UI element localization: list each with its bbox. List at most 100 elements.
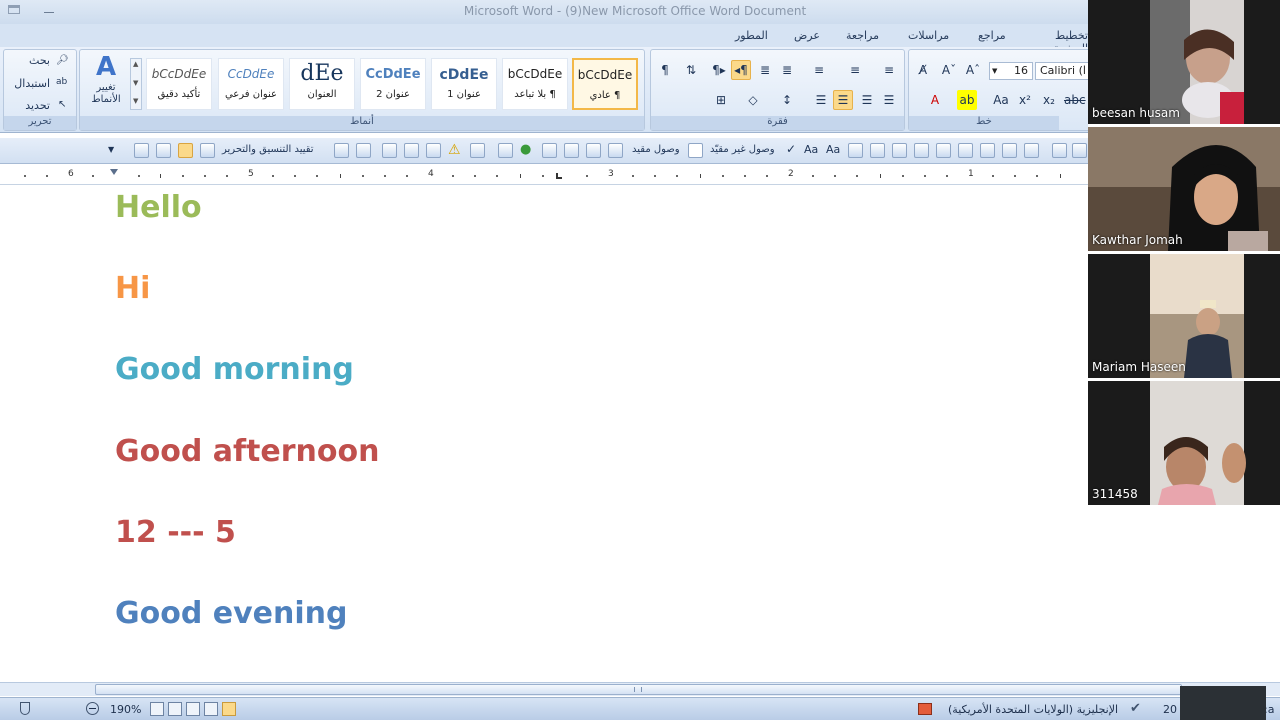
tab-mailings[interactable]: مراسلات [908, 29, 949, 42]
toolbar-tool-13-icon[interactable] [564, 143, 579, 158]
toolbar-tool-18-icon[interactable] [892, 143, 907, 158]
decrease-indent-icon[interactable]: ≣ [777, 60, 797, 80]
rtl-direction-icon[interactable]: ◂¶ [731, 60, 751, 80]
toolbar-tool-1-icon[interactable] [134, 143, 149, 158]
doc-line[interactable]: Hi [115, 271, 150, 306]
toolbar-tool-19-icon[interactable] [914, 143, 929, 158]
toolbar-tool-21-icon[interactable] [958, 143, 973, 158]
doc-line[interactable]: Good evening [115, 596, 348, 631]
zoom-level[interactable]: 190% [110, 703, 141, 716]
participant-tile[interactable]: Mariam Haseen [1088, 254, 1280, 378]
toolbar-tool-9-icon[interactable] [426, 143, 441, 158]
toolbar-tool-22-icon[interactable] [980, 143, 995, 158]
tab-stop-marker[interactable] [556, 173, 562, 179]
styles-scroll[interactable]: ▲ ▼ ▼ [130, 58, 142, 110]
warning-icon[interactable]: ⚠ [448, 142, 461, 158]
font-size-select[interactable]: ▼ 16 [989, 62, 1033, 80]
borders-icon[interactable]: ⊞ [711, 90, 731, 110]
toolbar-tool-26-icon[interactable] [1072, 143, 1087, 158]
view-outline-icon[interactable] [168, 702, 182, 716]
proofing-icon[interactable]: ✔ [1130, 701, 1141, 716]
show-marks-icon[interactable]: ¶ [655, 60, 675, 80]
doc-line[interactable]: Good afternoon [115, 434, 379, 469]
find-button[interactable]: 🔎︎ بحث [10, 54, 74, 68]
doc-line[interactable]: Hello [115, 190, 202, 225]
highlight-icon[interactable]: ab [957, 90, 977, 110]
toolbar-tool-7-icon[interactable] [382, 143, 397, 158]
bullet-list-icon[interactable]: ≡ [879, 60, 899, 80]
toolbar-tool-3-icon[interactable] [178, 143, 193, 158]
text-case-icon[interactable]: Aa [804, 143, 818, 156]
toolbar-tool-12-icon[interactable] [542, 143, 557, 158]
superscript-icon[interactable]: x² [1015, 90, 1035, 110]
toolbar-tool-20-icon[interactable] [936, 143, 951, 158]
style-subtle-emphasis[interactable]: bCcDdEe تأكيد دقيق [146, 58, 212, 110]
toolbar-tool-10-icon[interactable] [470, 143, 485, 158]
view-reading-icon[interactable] [204, 702, 218, 716]
grow-font-icon[interactable]: Aˆ [963, 60, 983, 80]
shading-icon[interactable]: ◇ [743, 90, 763, 110]
restrict-editing-button[interactable]: تقييد التنسيق والتحرير [222, 144, 314, 155]
replace-button[interactable]: ab استبدال [10, 77, 74, 91]
macro-record-icon[interactable] [918, 703, 932, 715]
shrink-font-icon[interactable]: Aˇ [939, 60, 959, 80]
tab-references[interactable]: مراجع [978, 29, 1006, 42]
restricted-access-button[interactable]: وصول مقيد [632, 144, 680, 155]
align-left-icon[interactable]: ☰ [879, 90, 899, 110]
style-heading-2[interactable]: CcDdEe عنوان 2 [360, 58, 426, 110]
style-no-spacing[interactable]: bCcDdEe ¶ بلا تباعد [502, 58, 568, 110]
change-styles-button[interactable]: A تغيير الأنماط [84, 52, 128, 116]
participant-tile[interactable]: Kawthar Jomah [1088, 127, 1280, 251]
line-spacing-icon[interactable]: ↕ [777, 90, 797, 110]
shield-icon[interactable] [20, 702, 30, 715]
horizontal-scrollbar[interactable] [0, 682, 1280, 696]
align-center-icon[interactable]: ☰ [857, 90, 877, 110]
doc-line[interactable]: Good morning [115, 352, 354, 387]
toolbar-tool-4-icon[interactable] [200, 143, 215, 158]
toolbar-tool-25-icon[interactable] [1052, 143, 1067, 158]
toolbar-tool-15-icon[interactable] [608, 143, 623, 158]
font-color-icon[interactable]: A [925, 90, 945, 110]
document-page[interactable]: Hello Hi Good morning Good afternoon 12 … [0, 186, 1088, 720]
style-normal[interactable]: bCcDdEe ¶ عادي [572, 58, 638, 110]
view-print-layout-icon[interactable] [222, 702, 236, 716]
toolbar-options-icon[interactable]: ▼ [108, 145, 114, 154]
participant-tile[interactable]: beesan husam [1088, 0, 1280, 124]
scrollbar-thumb[interactable] [95, 684, 1182, 695]
strikethrough-icon[interactable]: abc [1063, 90, 1086, 110]
style-heading-1[interactable]: cDdEe عنوان 1 [431, 58, 497, 110]
toolbar-tool-16-icon[interactable] [848, 143, 863, 158]
unrestricted-access-button[interactable]: وصول غير مقيّد [710, 144, 775, 155]
tab-view[interactable]: عرض [794, 29, 820, 42]
subscript-icon[interactable]: x₂ [1039, 90, 1059, 110]
justify-icon[interactable]: ☰ [811, 90, 831, 110]
toolbar-tool-5-icon[interactable] [334, 143, 349, 158]
zoom-out-icon[interactable] [86, 702, 99, 715]
horizontal-ruler[interactable]: 6 5 4 3 2 1 [0, 167, 1088, 185]
language-indicator[interactable]: الإنجليزية (الولايات المتحدة الأمريكية) [948, 703, 1118, 716]
increase-indent-icon[interactable]: ≣ [755, 60, 775, 80]
toolbar-tool-14-icon[interactable] [586, 143, 601, 158]
right-indent-marker[interactable] [110, 169, 118, 175]
doc-line[interactable]: 12 --- 5 [115, 515, 236, 550]
toolbar-tool-2-icon[interactable] [156, 143, 171, 158]
toolbar-tool-6-icon[interactable] [356, 143, 371, 158]
tab-review[interactable]: مراجعة [846, 29, 879, 42]
style-title[interactable]: dEe العنوان [289, 58, 355, 110]
style-subtitle[interactable]: CcDdEe عنوان فرعي [218, 58, 284, 110]
toolbar-tool-23-icon[interactable] [1002, 143, 1017, 158]
participant-tile[interactable]: 311458 [1088, 381, 1280, 505]
numbered-list-icon[interactable]: ≡ [845, 60, 865, 80]
text-case-2-icon[interactable]: Aa [826, 143, 840, 156]
clear-formatting-icon[interactable]: A̸ [913, 60, 933, 80]
view-web-icon[interactable] [186, 702, 200, 716]
tab-developer[interactable]: المطور [735, 29, 768, 42]
toolbar-tool-8-icon[interactable] [404, 143, 419, 158]
globe-icon[interactable]: ● [520, 142, 531, 157]
toolbar-tool-11-icon[interactable] [498, 143, 513, 158]
multilevel-list-icon[interactable]: ≡ [809, 60, 829, 80]
select-button[interactable]: ↖ تحديد [10, 99, 74, 113]
toolbar-tool-24-icon[interactable] [1024, 143, 1039, 158]
toolbar-tool-17-icon[interactable] [870, 143, 885, 158]
sort-icon[interactable]: ⇅ [681, 60, 701, 80]
